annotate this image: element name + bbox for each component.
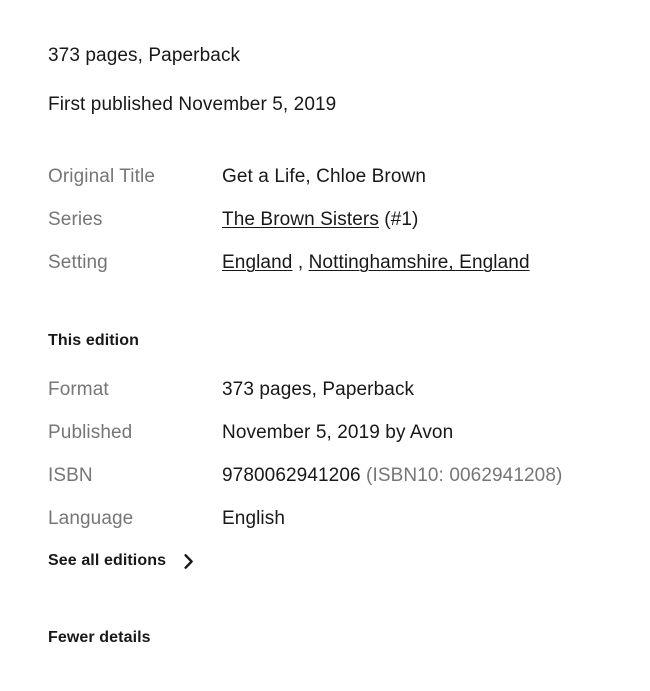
detail-value-series: The Brown Sisters (#1) [222, 207, 650, 232]
detail-label-original-title: Original Title [48, 166, 155, 187]
detail-row-published: Published November 5, 2019 by Avon [48, 420, 650, 445]
detail-value-isbn: 9780062941206 (ISBN10: 0062941208) [222, 463, 650, 488]
setting-separator: , [292, 252, 309, 273]
page-count-format-line: 373 pages, Paperback [48, 45, 241, 66]
detail-row-setting: Setting England , Nottinghamshire, Engla… [48, 250, 650, 275]
edition-details-table: Format 373 pages, Paperback Published No… [48, 377, 650, 531]
see-all-editions-label: See all editions [48, 552, 167, 569]
book-details-panel: 373 pages, Paperback First published Nov… [0, 0, 650, 691]
detail-label-setting: Setting [48, 252, 108, 273]
detail-value-language: English [222, 508, 286, 529]
isbn13-value: 9780062941206 [222, 465, 361, 486]
work-details-table: Original Title Get a Life, Chloe Brown S… [48, 164, 650, 275]
first-published-line: First published November 5, 2019 [48, 94, 337, 115]
series-number: (#1) [378, 209, 419, 230]
this-edition-heading: This edition [48, 332, 139, 349]
detail-label-series: Series [48, 209, 103, 230]
detail-row-format: Format 373 pages, Paperback [48, 377, 650, 402]
series-link[interactable]: The Brown Sisters [222, 209, 379, 230]
detail-row-isbn: ISBN 9780062941206 (ISBN10: 0062941208) [48, 463, 650, 488]
detail-value-format: 373 pages, Paperback [222, 379, 415, 400]
detail-row-series: Series The Brown Sisters (#1) [48, 207, 650, 232]
this-edition-section: This edition Format 373 pages, Paperback… [48, 331, 650, 571]
isbn10-value: (ISBN10: 0062941208) [360, 465, 563, 486]
detail-label-isbn: ISBN [48, 465, 93, 486]
detail-row-original-title: Original Title Get a Life, Chloe Brown [48, 164, 650, 189]
fewer-details-button[interactable]: Fewer details [48, 628, 151, 648]
book-summary: 373 pages, Paperback First published Nov… [48, 0, 650, 117]
detail-label-language: Language [48, 508, 134, 529]
detail-row-language: Language English [48, 506, 650, 531]
detail-label-format: Format [48, 379, 109, 400]
detail-label-published: Published [48, 422, 133, 443]
detail-value-published: November 5, 2019 by Avon [222, 422, 454, 443]
detail-value-original-title: Get a Life, Chloe Brown [222, 166, 427, 187]
setting-link-england[interactable]: England [222, 252, 292, 273]
chevron-right-icon [183, 553, 195, 569]
see-all-editions-button[interactable]: See all editions [48, 551, 195, 571]
detail-value-setting: England , Nottinghamshire, England [222, 250, 650, 275]
setting-link-nottinghamshire-england[interactable]: Nottinghamshire, England [309, 252, 530, 273]
